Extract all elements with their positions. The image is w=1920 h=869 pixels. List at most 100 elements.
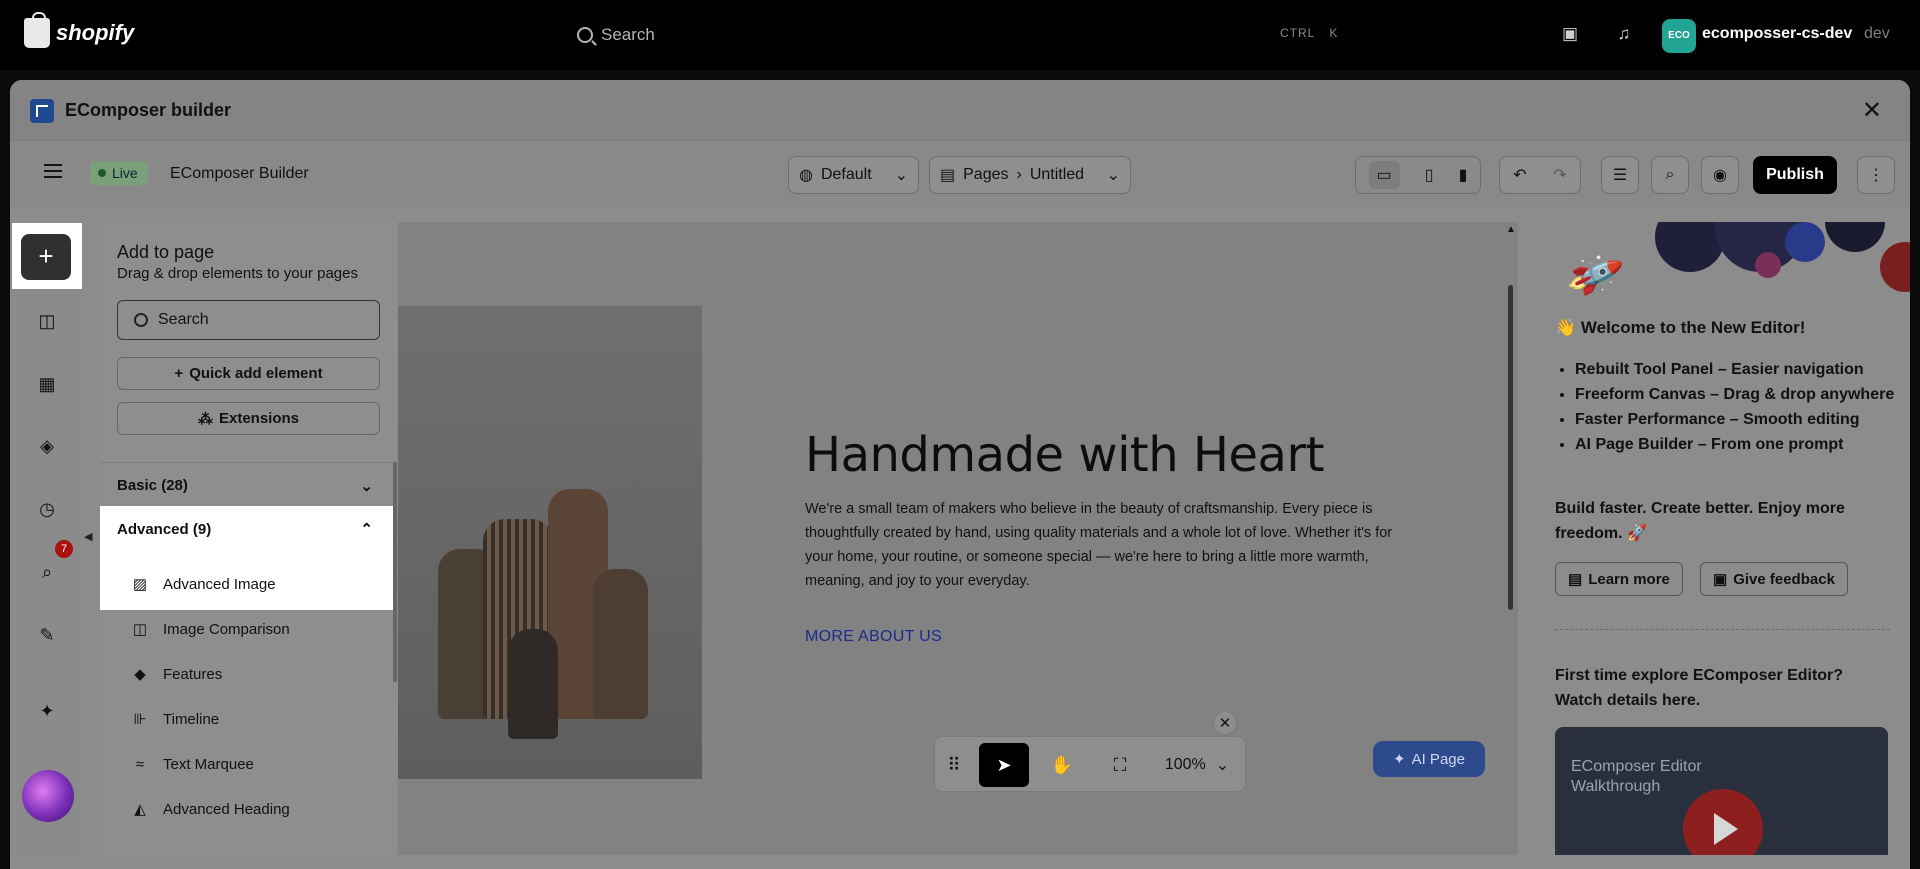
element-advanced-image[interactable]: ▨ Advanced Image <box>100 562 397 607</box>
video-title: EComposer Editor Walkthrough <box>1571 758 1702 795</box>
give-feedback-button[interactable]: ▣ Give feedback <box>1700 562 1848 596</box>
marquee-icon: ≈ <box>135 755 145 773</box>
notification-badge: 7 <box>55 540 73 558</box>
inbox-icon[interactable]: ▣ <box>1560 24 1580 44</box>
feature-item: Freeform Canvas – Drag & drop anywhere <box>1575 382 1895 407</box>
undo-icon[interactable]: ↶ <box>1513 165 1526 185</box>
chevron-down-icon: ⌄ <box>360 477 373 495</box>
settings-sliders-icon[interactable]: ☰ <box>1601 156 1639 194</box>
element-search-input[interactable]: Search <box>117 300 380 340</box>
ai-sparkle-icon[interactable]: ✦ <box>36 700 58 722</box>
section-advanced-row: Advanced (9) ⌃ <box>100 506 397 552</box>
learn-more-button[interactable]: ▤ Learn more <box>1555 562 1683 596</box>
decorative-bubbles <box>1635 222 1910 302</box>
ai-page-button[interactable]: ✦ AI Page <box>1373 741 1485 777</box>
zoom-value: 100% <box>1164 756 1206 773</box>
image-icon: ▨ <box>132 575 148 593</box>
play-icon[interactable] <box>1683 789 1763 855</box>
store-suffix: dev <box>1864 25 1890 42</box>
hand-pan-icon[interactable]: ✋ <box>1037 743 1087 787</box>
shopify-logo[interactable]: shopify <box>24 12 134 48</box>
element-image-comparison[interactable]: ◫ Image Comparison <box>100 607 397 652</box>
scroll-up-icon[interactable]: ▲ <box>1506 224 1516 235</box>
global-search-label: Search <box>601 25 655 44</box>
redo-icon[interactable]: ↷ <box>1553 165 1566 185</box>
explore-text: First time explore EComposer Editor? Wat… <box>1555 667 1844 709</box>
collapse-panel-icon[interactable]: ◀ <box>84 530 92 544</box>
menu-icon[interactable] <box>44 164 62 178</box>
feature-item: AI Page Builder – From one prompt <box>1575 432 1895 457</box>
focus-frame-icon[interactable]: ⛶ <box>1095 743 1145 787</box>
preview-search-icon[interactable]: ⌕ <box>1651 156 1689 194</box>
element-label: Advanced Heading <box>163 801 290 818</box>
status-badge: Live <box>90 161 148 185</box>
layers-icon[interactable]: ◈ <box>36 435 58 457</box>
timeline-icon: ⊪ <box>133 710 147 728</box>
hero-image[interactable] <box>398 306 702 779</box>
hero-heading[interactable]: Handmade with Heart <box>805 427 1325 483</box>
history-controls: ↶ ↷ <box>1499 156 1581 194</box>
section-advanced[interactable]: Advanced (9) ⌃ <box>100 506 397 552</box>
panel-scrollbar[interactable] <box>393 462 397 682</box>
heading-icon: ◭ <box>134 800 146 818</box>
drag-handle-icon[interactable]: ⠿ <box>943 743 965 787</box>
publish-button[interactable]: Publish <box>1753 156 1837 194</box>
shortcut-key: K <box>1329 26 1339 40</box>
panel-subtitle: Drag & drop elements to your pages <box>117 265 358 282</box>
zoom-select[interactable]: 100% ⌄ <box>1153 743 1241 787</box>
element-advanced-heading[interactable]: ◭ Advanced Heading <box>100 787 397 832</box>
canvas-floating-toolbar: ⠿ ➤ ✋ ⛶ 100% ⌄ <box>934 736 1246 792</box>
globe-icon: ◍ <box>799 167 813 184</box>
canvas-scrollbar[interactable] <box>1508 285 1513 610</box>
sections-icon[interactable]: ◫ <box>36 310 58 332</box>
more-vertical-icon[interactable]: ⋮ <box>1857 156 1895 194</box>
element-features[interactable]: ◆ Features <box>100 652 397 697</box>
bell-icon[interactable]: ♫ <box>1614 24 1634 44</box>
pages-label: Pages <box>963 166 1009 183</box>
element-search-placeholder: Search <box>158 311 209 328</box>
walkthrough-video[interactable]: EComposer Editor Walkthrough <box>1555 727 1888 855</box>
device-switcher: ▭ ▯ ▮ <box>1355 156 1481 194</box>
eye-icon[interactable]: ◉ <box>1701 156 1739 194</box>
search-icon <box>577 27 593 43</box>
hero-paragraph[interactable]: We're a small team of makers who believe… <box>805 497 1405 593</box>
extensions-label: Extensions <box>218 410 300 427</box>
add-element-button[interactable]: + <box>12 223 82 289</box>
plus-icon: + <box>21 234 71 280</box>
theme-select[interactable]: ◍ Default ⌄ <box>788 156 919 194</box>
section-basic-label: Basic (28) <box>117 477 188 494</box>
shortcut-ctrl: CTRL <box>1280 26 1316 40</box>
learn-more-label: Learn more <box>1588 570 1670 588</box>
ai-assistant-orb[interactable] <box>22 770 74 822</box>
section-basic[interactable]: Basic (28) ⌄ <box>100 462 397 508</box>
tablet-icon[interactable]: ▯ <box>1425 165 1434 185</box>
close-icon[interactable]: ✕ <box>1862 96 1882 125</box>
desktop-icon[interactable]: ▭ <box>1368 161 1400 189</box>
element-list: ▨ Advanced Image ◫ Image Comparison ◆ Fe… <box>100 562 397 842</box>
shopify-bag-icon <box>24 12 50 48</box>
mobile-icon[interactable]: ▮ <box>1459 165 1468 185</box>
page-select[interactable]: ▤ Pages › Untitled ⌄ <box>929 156 1131 194</box>
search-icon <box>134 313 148 327</box>
extensions-button[interactable]: ⁂ Extensions <box>117 402 380 435</box>
templates-icon[interactable]: ▦ <box>36 373 58 395</box>
welcome-title: 👋 Welcome to the New Editor! <box>1555 318 1806 337</box>
tagline: Build faster. Create better. Enjoy more … <box>1555 500 1845 542</box>
history-icon[interactable]: ◷ <box>36 498 58 520</box>
document-icon: ▤ <box>1568 571 1583 588</box>
quick-add-button[interactable]: + Quick add element <box>117 357 380 390</box>
global-search[interactable]: Search <box>563 18 1363 52</box>
select-pointer-icon[interactable]: ➤ <box>979 743 1029 787</box>
more-about-us-link[interactable]: MORE ABOUT US <box>805 628 942 646</box>
element-text-marquee[interactable]: ≈ Text Marquee <box>100 742 397 787</box>
review-icon[interactable]: ⌕ <box>36 561 58 583</box>
element-timeline[interactable]: ⊪ Timeline <box>100 697 397 742</box>
plus-icon: + <box>174 365 184 382</box>
store-name[interactable]: ecomposser-cs-dev <box>1702 25 1852 43</box>
store-avatar[interactable]: ECO <box>1662 19 1696 53</box>
theme-style-icon[interactable]: ✎ <box>36 624 58 646</box>
close-toolbar-icon[interactable]: ✕ <box>1213 711 1237 735</box>
chevron-down-icon: ⌄ <box>1215 757 1230 774</box>
ecomposer-logo-icon <box>30 99 54 123</box>
modal-title: EComposer builder <box>65 100 232 120</box>
